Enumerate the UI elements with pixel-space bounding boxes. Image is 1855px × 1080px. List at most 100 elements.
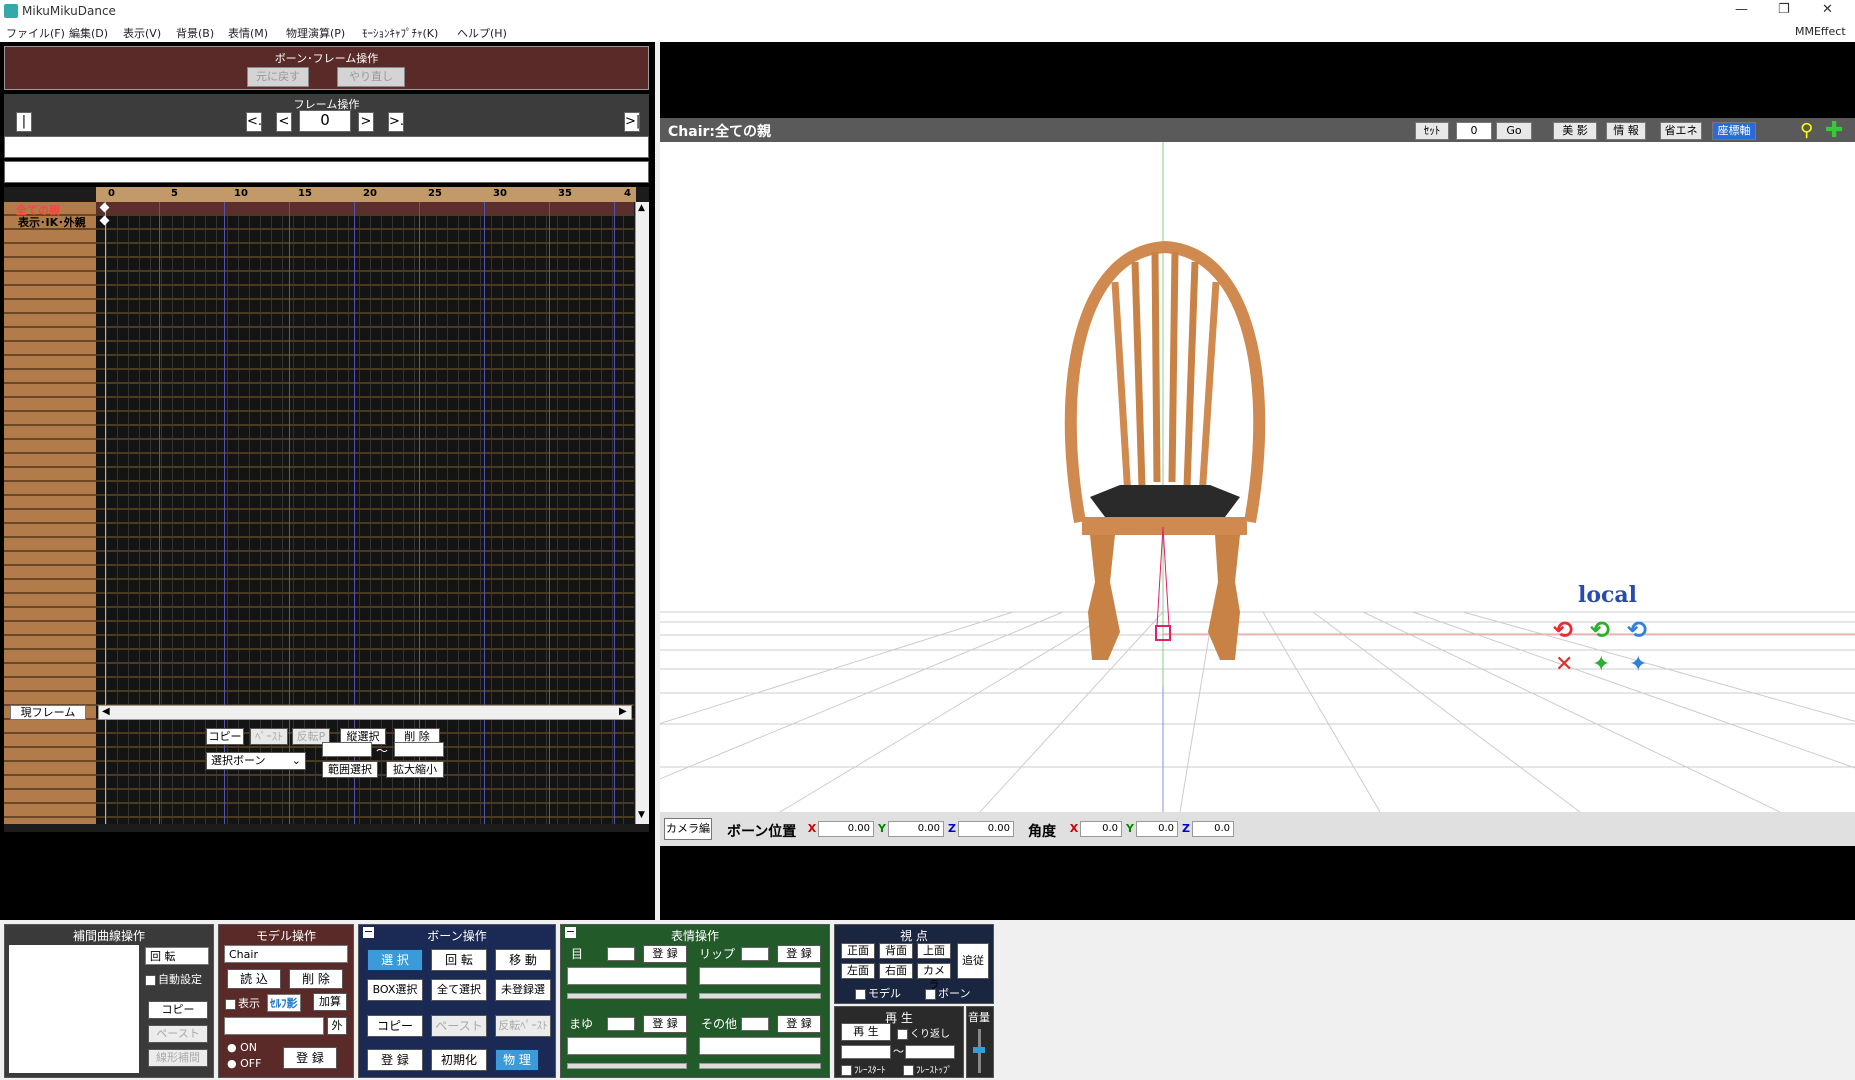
menu-view[interactable]: 表示(V) [123,25,161,41]
outer-parent-dropdown[interactable] [224,1017,324,1035]
ang-x-input[interactable]: 0.0 [1080,821,1122,837]
menu-edit[interactable]: 編集(D) [69,25,108,41]
axis-button[interactable]: 座標軸 [1712,122,1756,140]
zoom-icon[interactable]: ⚲ [1800,120,1813,141]
rotate-z-icon[interactable]: ⟲ [1627,616,1647,644]
eye-morph-dropdown[interactable] [567,967,687,985]
other-morph-dropdown[interactable] [699,1037,821,1055]
next-frame-button[interactable]: > [358,112,374,132]
lip-morph-dropdown[interactable] [699,967,821,985]
brow-value-input[interactable] [607,1017,635,1031]
pos-y-input[interactable]: 0.00 [888,821,944,837]
play-end-input[interactable] [905,1045,955,1059]
auto-setting-checkbox[interactable]: 自動設定 [145,971,202,987]
lip-value-input[interactable] [741,947,769,961]
move-z-icon[interactable]: ✦ [1629,652,1647,677]
bone-paste-button[interactable]: ペースト [431,1015,487,1037]
bone-rotate-button[interactable]: 回 転 [431,949,487,971]
eye-register-button[interactable]: 登 録 [643,945,687,963]
rotate-x-icon[interactable]: ⟲ [1553,616,1573,644]
self-shadow-toggle[interactable]: ｾﾙﾌ影 [267,994,301,1012]
bone-flip-paste-button[interactable]: 反転ﾍﾟｰｽﾄ [495,1015,551,1037]
volume-slider[interactable] [973,1047,985,1053]
bone-init-button[interactable]: 初期化 [431,1049,487,1071]
interp-copy-button[interactable]: コピー [148,1001,208,1019]
scroll-up-icon[interactable]: ▲ [638,203,645,213]
scroll-down-icon[interactable]: ▼ [638,810,645,820]
first-frame-button[interactable]: |< [16,112,32,147]
move-x-icon[interactable]: ✕ [1555,652,1573,677]
interp-curve-editor[interactable] [9,945,139,1073]
set-frame-input[interactable]: 0 [1456,122,1492,140]
box-select-button[interactable]: BOX選択 [367,979,423,1001]
show-checkbox[interactable]: 表示 [225,995,260,1011]
undo-button[interactable]: 元に戻す [247,67,309,87]
menu-help[interactable]: ヘルプ(H) [457,25,507,41]
frame-paste-button[interactable]: ﾍﾟｰｽﾄ [250,728,288,745]
timeline-horizontal-scrollbar[interactable]: ◀ ▶ [98,705,632,720]
menu-motion-capture[interactable]: ﾓｰｼｮﾝｷｬﾌﾟﾁｬ(K) [362,25,438,41]
play-start-input[interactable] [841,1045,891,1059]
physics-button[interactable]: 物 理 [495,1049,539,1071]
pos-z-input[interactable]: 0.00 [958,821,1014,837]
last-frame-button[interactable]: >| [624,112,640,132]
range-start-input[interactable] [322,742,372,757]
other-value-input[interactable] [741,1017,769,1031]
pos-x-input[interactable]: 0.00 [818,821,874,837]
other-slider[interactable] [699,1063,821,1069]
model-register-button[interactable]: 登 録 [283,1047,337,1069]
eye-slider[interactable] [567,993,687,999]
camera-edit-button[interactable]: カメラ編 [664,818,712,840]
brow-slider[interactable] [567,1063,687,1069]
go-button[interactable]: Go [1496,122,1532,140]
timeline-vertical-scrollbar[interactable]: ▲ ▼ [635,202,649,824]
redo-button[interactable]: やり直し [337,67,405,87]
3d-scene[interactable]: local ⟲ ⟲ ⟲ ✕ ✦ ✦ [660,142,1855,812]
view-camera-button[interactable]: カメラ [917,963,951,991]
interp-mode-dropdown[interactable]: 回 転 [145,947,209,965]
bone-name-field[interactable] [4,136,649,158]
frame-stop-checkbox[interactable]: ﾌﾚｰｽﾄｯﾌﾟ [903,1063,952,1076]
view-model-checkbox[interactable]: モデル [855,985,901,1001]
eco-button[interactable]: 省エネ [1660,122,1702,140]
minimize-icon[interactable]: — [1735,2,1748,17]
on-radio[interactable]: ● ON [227,1041,257,1054]
chair-model[interactable] [1064,240,1266,660]
menu-face[interactable]: 表情(M) [228,25,268,41]
brow-register-button[interactable]: 登 録 [643,1015,687,1033]
linear-interp-button[interactable]: 線形補間 [148,1049,208,1067]
view-left-button[interactable]: 左面 [841,963,875,979]
view-right-button[interactable]: 右面 [879,963,913,979]
lip-register-button[interactable]: 登 録 [777,945,821,963]
bone-select-button[interactable]: 選 択 [367,949,423,971]
rotate-y-icon[interactable]: ⟲ [1590,616,1610,644]
range-select-button[interactable]: 範囲選択 [322,761,378,778]
move-cross-icon[interactable]: ✚ [1825,118,1843,143]
model-delete-button[interactable]: 削 除 [289,969,343,989]
select-all-button[interactable]: 全て選択 [431,979,487,1001]
bone-move-button[interactable]: 移 動 [495,949,551,971]
scroll-right-icon[interactable]: ▶ [619,706,627,717]
view-front-button[interactable]: 正面 [841,943,875,959]
other-register-button[interactable]: 登 録 [777,1015,821,1033]
view-bone-checkbox[interactable]: ボーン [925,985,970,1001]
outer-parent-button[interactable]: 外 [327,1017,347,1035]
bone-copy-button[interactable]: コピー [367,1015,423,1037]
info-button[interactable]: 情 報 [1606,122,1646,140]
off-radio[interactable]: ● OFF [227,1057,261,1070]
frame-start-checkbox[interactable]: ﾌﾚｰｽﾀｰﾄ [841,1063,886,1076]
follow-button[interactable]: 追従 [957,943,989,979]
menu-file[interactable]: ファイル(F) [6,25,65,41]
beauty-shadow-button[interactable]: 美 影 [1553,122,1597,140]
interp-paste-button[interactable]: ペースト [148,1025,208,1043]
range-end-input[interactable] [394,742,444,757]
model-load-button[interactable]: 読 込 [227,969,281,989]
frame-copy-button[interactable]: コピー [206,728,244,745]
move-y-icon[interactable]: ✦ [1592,652,1610,677]
unregistered-select-button[interactable]: 未登録選 [495,979,551,1001]
menu-mmeffect[interactable]: MMEffect [1795,25,1846,38]
restore-icon[interactable]: ❐ [1778,2,1790,17]
view-top-button[interactable]: 上面 [917,943,951,959]
scale-button[interactable]: 拡大縮小 [386,761,444,778]
lip-slider[interactable] [699,993,821,999]
